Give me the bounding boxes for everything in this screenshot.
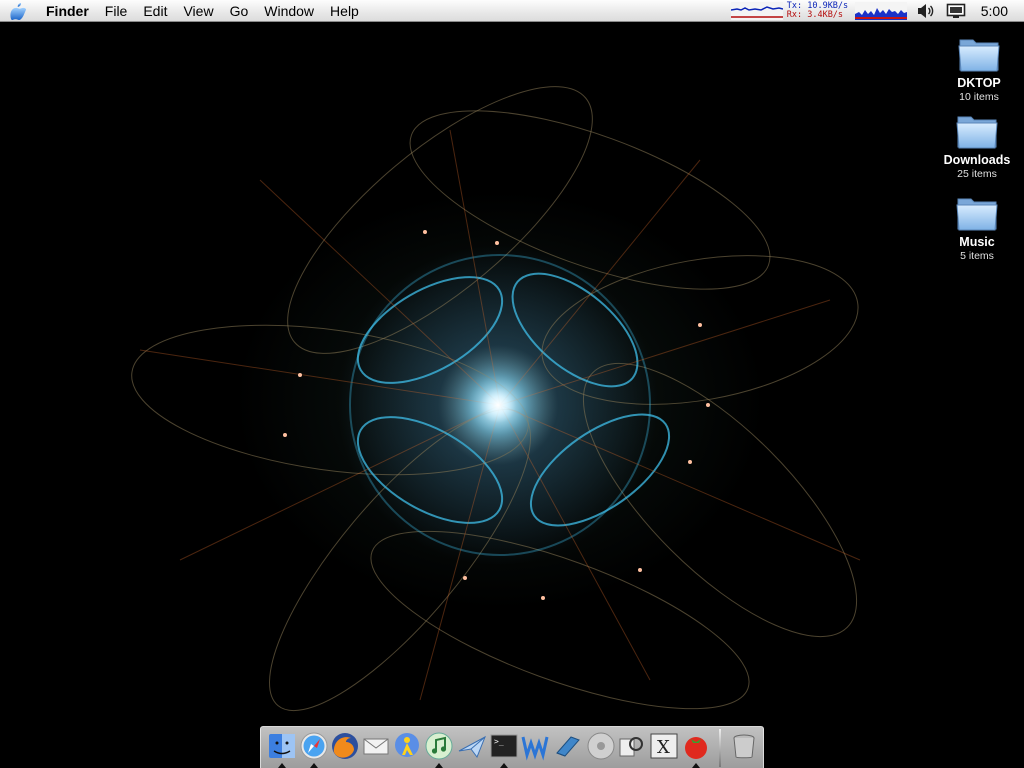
book-icon[interactable] [553,731,583,761]
menu-bar: Finder File Edit View Go Window Help Tx:… [0,0,1024,22]
running-indicator [692,763,700,768]
folder-icon [955,193,999,233]
text-editor-icon[interactable] [520,731,550,761]
network-graph-rx-icon[interactable] [854,2,907,20]
fractal-wallpaper [131,86,861,712]
itunes-icon[interactable] [424,731,454,761]
network-rx-rate: Rx: 3.4KB/s [786,10,844,20]
network-graph-tx-icon[interactable] [730,2,783,20]
svg-text:>_: >_ [494,737,504,746]
running-indicator [500,763,508,768]
finder-icon[interactable] [267,731,297,761]
folder-icon [957,34,1001,74]
display-icon[interactable] [945,0,967,22]
menu-help[interactable]: Help [322,0,367,22]
aim-chat-icon[interactable] [392,731,422,761]
apple-logo-icon[interactable] [0,0,36,22]
x11-icon[interactable]: X [649,731,679,761]
dock-divider [719,729,721,767]
desktop-folder-dktop[interactable]: DKTOP 10 items [934,34,1024,104]
disc-utility-icon[interactable] [586,731,616,761]
mail-icon[interactable] [361,731,391,761]
desktop-folder-downloads[interactable]: Downloads 25 items [932,111,1022,181]
preview-icon[interactable] [615,731,645,761]
tomato-icon[interactable] [681,731,711,761]
running-indicator [435,763,443,768]
folder-item-count: 25 items [957,168,997,180]
svg-text:X: X [657,737,670,758]
menu-clock[interactable]: 5:00 [971,3,1024,19]
speaker-icon[interactable] [915,0,937,22]
folder-name: DKTOP [957,76,1001,90]
firefox-icon[interactable] [330,731,360,761]
menu-go[interactable]: Go [222,0,257,22]
menu-file[interactable]: File [97,0,136,22]
menu-view[interactable]: View [175,0,221,22]
mail-plane-icon[interactable] [457,731,487,761]
safari-icon[interactable] [299,731,329,761]
menu-window[interactable]: Window [256,0,322,22]
running-indicator [310,763,318,768]
folder-name: Music [959,235,995,249]
desktop-folder-music[interactable]: Music 5 items [932,193,1022,263]
dock: >_ X [260,726,764,768]
folder-item-count: 10 items [959,91,999,103]
network-monitor[interactable]: Tx: 10.9KB/s Rx: 3.4KB/s [787,2,851,20]
folder-item-count: 5 items [960,250,994,262]
terminal-icon[interactable]: >_ [489,731,519,761]
menu-edit[interactable]: Edit [135,0,175,22]
desktop[interactable]: Finder File Edit View Go Window Help Tx:… [0,0,1024,768]
folder-icon [955,111,999,151]
trash-icon[interactable] [729,731,759,761]
menu-finder[interactable]: Finder [36,0,97,22]
running-indicator [278,763,286,768]
folder-name: Downloads [943,153,1011,167]
